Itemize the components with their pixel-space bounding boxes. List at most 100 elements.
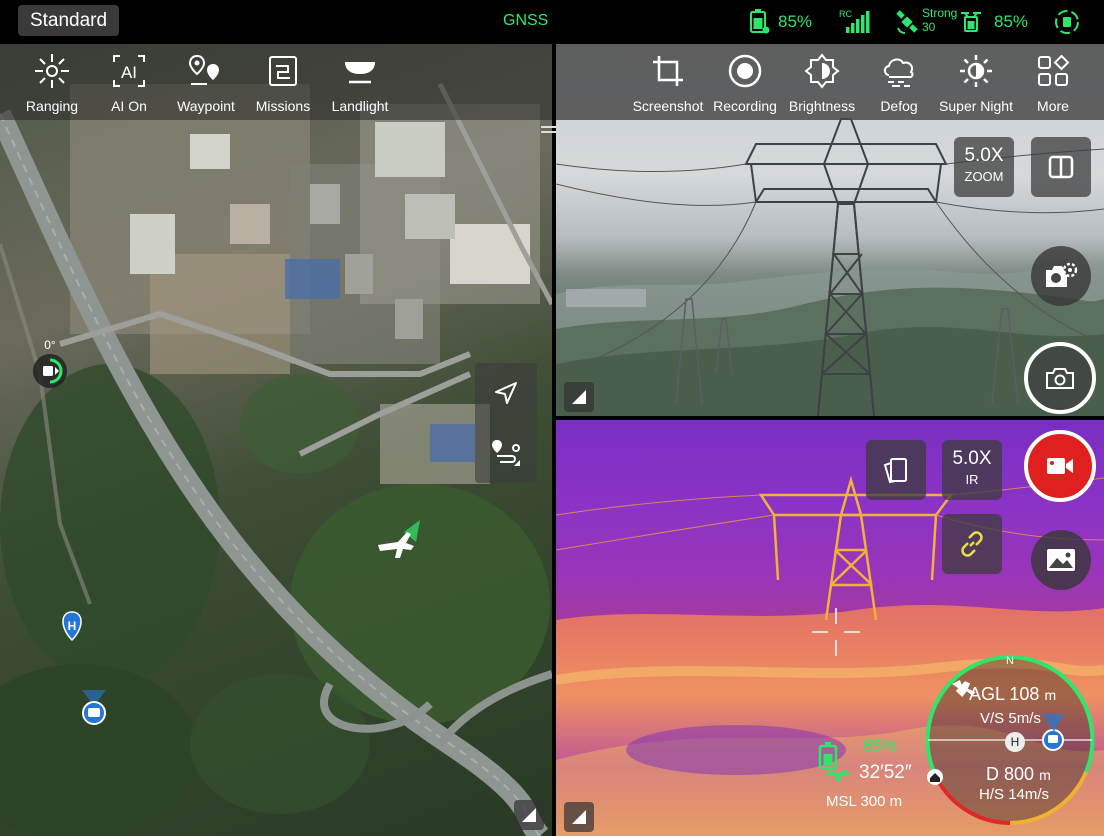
missions-label: Missions [255, 98, 311, 114]
satellite-status [896, 8, 920, 36]
vs-label: V/S [980, 710, 1005, 727]
expand-icon [572, 810, 586, 824]
agl-readout: AGL 108 m [969, 684, 1056, 705]
hs-value: 14m/s [1008, 786, 1050, 803]
missions-button[interactable]: Missions [246, 52, 320, 114]
navigation-arrow-icon [495, 382, 517, 404]
ir-zoom-unit: IR [965, 472, 979, 487]
zoom-unit: ZOOM [964, 169, 1004, 184]
zoom-level-button[interactable]: 5.0X ZOOM [954, 137, 1014, 197]
ir-zoom-value: 5.0X [952, 448, 992, 469]
route-button[interactable] [475, 423, 537, 483]
drone-battery-icon [961, 12, 981, 32]
zoom-value: 5.0X [964, 145, 1004, 166]
flight-time: 32′52″ [859, 762, 912, 783]
map-view[interactable]: H Ranging AI AI On Waypoint Missions Lan… [0, 44, 552, 836]
expand-icon [572, 390, 586, 404]
super-night-label: Super Night [939, 98, 1013, 114]
distance-value: 800 [1004, 764, 1035, 784]
defog-label: Defog [880, 98, 918, 114]
map-heading-indicator[interactable]: 0° [28, 338, 72, 394]
telemetry-battery: 85% [863, 736, 898, 755]
ai-button[interactable]: AI AI On [92, 52, 166, 114]
ranging-button[interactable]: Ranging [15, 52, 89, 114]
map-heading-value: 0° [44, 338, 56, 352]
agl-label: AGL [969, 684, 1005, 704]
attitude-compass[interactable]: N AGL 108 m V/S 5m/s H D 800 m H/S 14m/s [924, 652, 1096, 828]
gallery-button[interactable] [1031, 530, 1091, 590]
palette-button[interactable] [866, 440, 926, 500]
capture-photo-button[interactable] [1024, 342, 1096, 414]
home-indicator: H [1005, 732, 1025, 752]
defog-button[interactable]: Defog [862, 52, 936, 114]
brightness-label: Brightness [788, 98, 856, 114]
distance-label: D [986, 764, 999, 784]
satellite-map-image: H [0, 82, 552, 836]
status-bar: Standard GNSS 85% RC Strong 30 85% [0, 0, 1104, 44]
recording-button[interactable]: Recording [708, 52, 782, 114]
flight-telemetry-left: 85% 32′52″ MSL 300 m [816, 736, 926, 812]
agl-unit: m [1044, 687, 1057, 703]
palette-cards-icon [883, 458, 907, 484]
home-small-icon [927, 769, 943, 785]
zoom-camera-fullscreen-button[interactable] [564, 382, 594, 412]
msl-value: 300 m [860, 793, 903, 810]
drone-battery-icon [818, 742, 850, 781]
gallery-icon [1047, 549, 1075, 571]
connection-status[interactable] [1054, 8, 1080, 36]
camera-toolbar: Screenshot Recording Brightness Defog Su… [556, 44, 1104, 120]
more-button[interactable]: More [1016, 52, 1090, 114]
more-label: More [1037, 98, 1069, 114]
ir-zoom-level-button[interactable]: 5.0X IR [942, 440, 1002, 500]
positioning-mode: GNSS [503, 12, 549, 29]
waypoint-icon [188, 54, 219, 85]
screenshot-button[interactable]: Screenshot [631, 52, 705, 114]
locate-aircraft-button[interactable] [475, 363, 537, 423]
record-icon [728, 54, 762, 88]
screenshot-label: Screenshot [632, 98, 704, 114]
camera-settings-button[interactable] [1031, 246, 1091, 306]
map-fullscreen-button[interactable] [514, 800, 544, 830]
ai-icon: AI [113, 55, 145, 87]
home-marker-label: H [68, 619, 77, 633]
aircraft-battery-value: 85% [994, 12, 1029, 31]
video-camera-icon [1047, 458, 1073, 474]
remote-battery-value: 85% [778, 12, 813, 31]
route-icon [492, 440, 520, 466]
distance-unit: m [1039, 767, 1051, 783]
flight-mode-button[interactable]: Standard [18, 5, 119, 36]
horizontal-speed-readout: H/S 14m/s [979, 786, 1049, 803]
waypoint-label: Waypoint [177, 98, 235, 114]
brightness-button[interactable]: Brightness [785, 52, 859, 114]
super-night-icon [960, 55, 992, 87]
waypoint-button[interactable]: Waypoint [169, 52, 243, 114]
svg-text:AI: AI [121, 63, 137, 82]
map-side-controls [475, 363, 537, 483]
link-zoom-button[interactable] [942, 514, 1002, 574]
vs-value: 5m/s [1008, 710, 1041, 727]
vertical-speed-readout: V/S 5m/s [980, 710, 1041, 727]
landlight-button[interactable]: Landlight [323, 52, 397, 114]
satellite-icon [896, 10, 918, 34]
brightness-icon [804, 53, 840, 89]
ir-camera-fullscreen-button[interactable] [564, 802, 594, 832]
ai-label: AI On [111, 98, 147, 114]
ranging-label: Ranging [25, 98, 79, 114]
split-view-icon [1048, 155, 1074, 179]
hs-label: H/S [979, 786, 1005, 803]
agl-value: 108 [1009, 684, 1040, 704]
ranging-icon [35, 54, 69, 88]
msl-readout: MSL 300 m [826, 793, 902, 810]
landlight-icon [345, 62, 375, 84]
rc-label: RC [839, 9, 852, 19]
msl-label: MSL [826, 793, 857, 810]
super-night-button[interactable]: Super Night [939, 52, 1013, 114]
split-view-button[interactable] [1031, 137, 1091, 197]
more-grid-icon [1038, 54, 1070, 86]
record-video-button[interactable] [1024, 430, 1096, 502]
camera-icon [1046, 368, 1074, 389]
aircraft-battery: 85% [960, 8, 1028, 36]
link-icon [961, 531, 983, 557]
signal-strength: Strong 30 [922, 6, 958, 34]
rc-signal: RC [838, 8, 870, 36]
